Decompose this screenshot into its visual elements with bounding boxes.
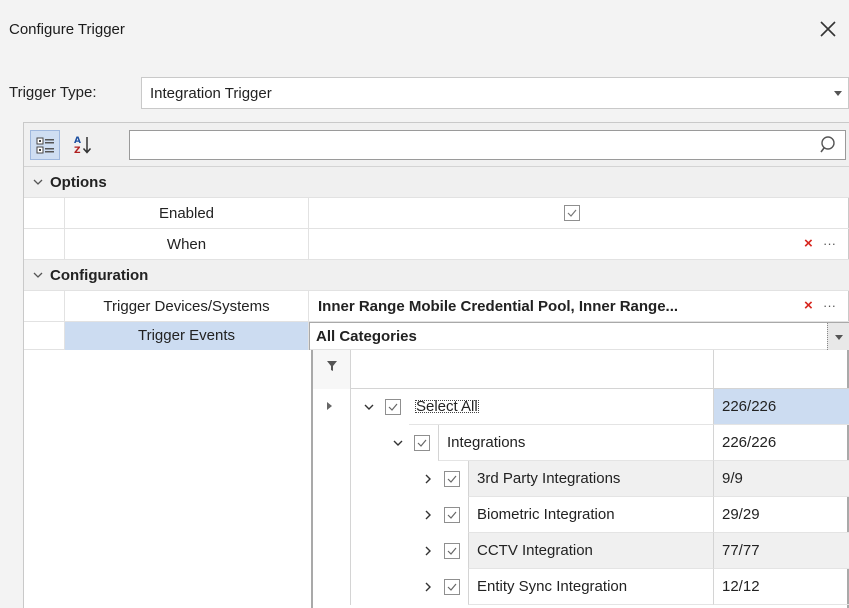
tree-label: Select All: [413, 398, 481, 415]
close-icon[interactable]: [815, 16, 841, 42]
tree-checkbox[interactable]: [414, 435, 430, 451]
alphabetical-sort-button[interactable]: A Z: [68, 130, 98, 160]
chevron-down-icon: [33, 272, 43, 278]
chevron-right-icon: [425, 582, 431, 592]
property-trigger-devices[interactable]: Trigger Devices/Systems Inner Range Mobi…: [24, 291, 849, 322]
tree-checkbox[interactable]: [385, 399, 401, 415]
tree-row-select-all[interactable]: Select All 226/226: [313, 389, 849, 425]
svg-text:A: A: [74, 136, 81, 146]
window-title: Configure Trigger: [9, 21, 125, 38]
property-search-input[interactable]: [129, 130, 846, 160]
dropdown-button[interactable]: [827, 323, 849, 350]
property-label: Enabled: [158, 205, 215, 222]
checkmark-icon: [388, 403, 398, 411]
clear-icon[interactable]: ×: [804, 297, 813, 314]
tree-label: Integrations: [447, 434, 526, 451]
tree-header: [313, 350, 849, 389]
tree-checkbox[interactable]: [444, 579, 460, 595]
tree-count: 12/12: [722, 578, 760, 595]
property-trigger-events[interactable]: Trigger Events All Categories: [24, 322, 849, 350]
trigger-events-dropdown[interactable]: All Categories: [309, 322, 849, 350]
tree-row-cctv[interactable]: CCTV Integration 77/77: [313, 533, 849, 569]
chevron-right-icon: [425, 546, 431, 556]
checkmark-icon: [447, 475, 457, 483]
tree-row-3rd-party[interactable]: 3rd Party Integrations 9/9: [313, 461, 849, 497]
tree-count: 226/226: [722, 398, 777, 415]
trigger-type-select[interactable]: Integration Trigger: [141, 77, 849, 109]
category-configuration[interactable]: Configuration: [24, 260, 849, 291]
trigger-type-label: Trigger Type:: [9, 84, 97, 101]
trigger-type-value: Integration Trigger: [150, 85, 272, 102]
checkmark-icon: [417, 439, 427, 447]
trigger-type-row: Trigger Type: Integration Trigger: [0, 77, 849, 109]
checkmark-icon: [567, 209, 577, 217]
tree-count: 226/226: [722, 434, 777, 451]
category-label: Configuration: [50, 267, 149, 284]
chevron-right-icon: [425, 474, 431, 484]
ellipsis-button[interactable]: ···: [823, 298, 836, 313]
event-tree-popup: Select All 226/226 Integrations 226/226 …: [311, 350, 849, 608]
title-bar: Configure Trigger: [0, 0, 849, 66]
row-indicator-icon: [327, 402, 332, 410]
property-label: When: [166, 236, 207, 253]
dropdown-arrow-icon: [835, 335, 843, 340]
tree-label: CCTV Integration: [477, 542, 593, 559]
tree-checkbox[interactable]: [444, 543, 460, 559]
chevron-down-icon: [364, 404, 374, 410]
filter-icon: [327, 361, 337, 371]
checkmark-icon: [447, 547, 457, 555]
tree-count: 9/9: [722, 470, 743, 487]
categorized-icon: [36, 137, 54, 154]
checkmark-icon: [447, 583, 457, 591]
property-enabled[interactable]: Enabled: [24, 198, 849, 229]
clear-icon[interactable]: ×: [804, 235, 813, 252]
tree-row-integrations[interactable]: Integrations 226/226: [313, 425, 849, 461]
tree-count: 77/77: [722, 542, 760, 559]
ellipsis-button[interactable]: ···: [823, 236, 836, 251]
chevron-down-icon: [393, 440, 403, 446]
tree-label: Entity Sync Integration: [477, 578, 628, 595]
tree-label: Biometric Integration: [477, 506, 615, 523]
tree-row-biometric[interactable]: Biometric Integration 29/29: [313, 497, 849, 533]
dropdown-arrow-icon: [834, 91, 842, 96]
checkmark-icon: [447, 511, 457, 519]
category-options[interactable]: Options: [24, 167, 849, 198]
property-grid-toolbar: A Z: [24, 123, 849, 167]
grid-empty-area: [24, 350, 311, 608]
tree-row-entity-sync[interactable]: Entity Sync Integration 12/12: [313, 569, 849, 605]
category-label: Options: [50, 174, 107, 191]
property-grid: A Z Options Enabled When × ··· Configura…: [23, 122, 849, 608]
chevron-right-icon: [425, 510, 431, 520]
tree-count: 29/29: [722, 506, 760, 523]
chevron-down-icon: [33, 179, 43, 185]
trigger-devices-value: Inner Range Mobile Credential Pool, Inne…: [318, 298, 679, 315]
trigger-events-value: All Categories: [316, 328, 417, 345]
svg-text:Z: Z: [74, 146, 81, 156]
property-when[interactable]: When × ···: [24, 229, 849, 260]
categorized-view-button[interactable]: [30, 130, 60, 160]
sort-az-icon: A Z: [74, 136, 92, 156]
enabled-checkbox[interactable]: [564, 205, 580, 221]
tree-checkbox[interactable]: [444, 507, 460, 523]
tree-label: 3rd Party Integrations: [477, 470, 621, 487]
search-icon: [820, 136, 835, 153]
property-label: Trigger Devices/Systems: [103, 298, 270, 315]
tree-checkbox[interactable]: [444, 471, 460, 487]
property-label: Trigger Events: [138, 327, 235, 344]
